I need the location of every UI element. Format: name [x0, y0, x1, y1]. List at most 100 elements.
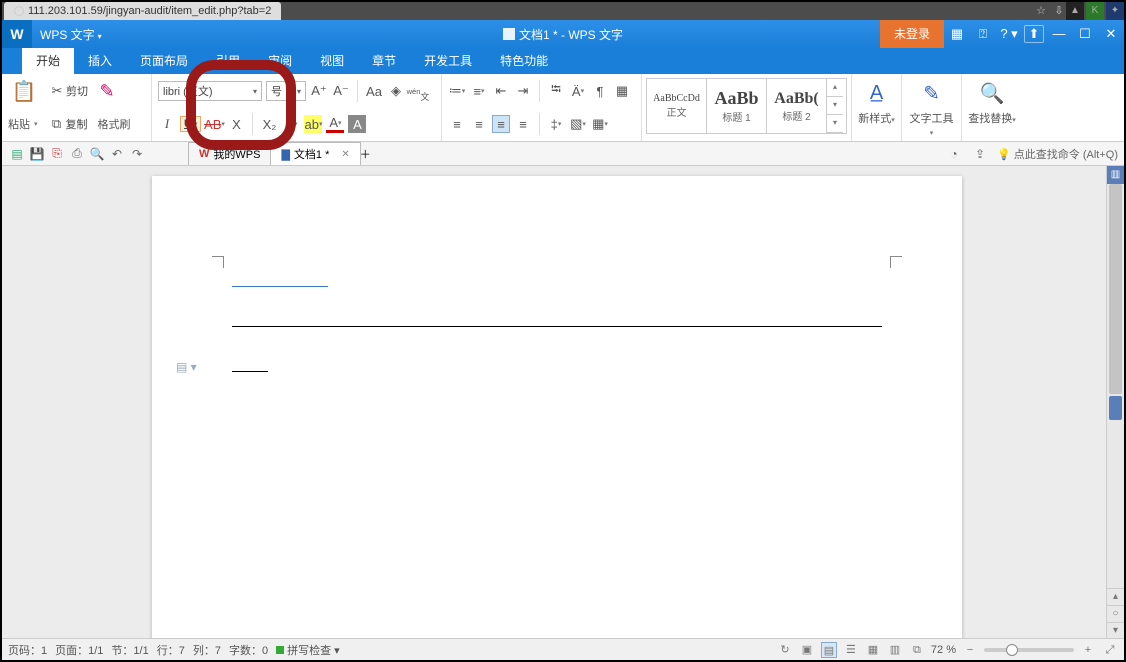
login-button[interactable]: 未登录 [880, 20, 944, 48]
numbering-button[interactable]: ≡▾ [470, 82, 488, 100]
status-section[interactable]: 节：1/1 [111, 642, 148, 658]
font-color-button[interactable]: A▾ [326, 115, 344, 133]
paste-options-icon[interactable]: ▤ ▾ [176, 360, 197, 374]
redo-icon[interactable]: ↷ [128, 145, 146, 163]
close-tab-icon[interactable]: ✕ [341, 149, 349, 160]
strikethrough-button[interactable]: AB▾ [205, 115, 223, 133]
status-spellcheck[interactable]: 拼写检查 ▾ [276, 642, 340, 658]
maximize-button[interactable]: ☐ [1072, 20, 1098, 48]
align-center-button[interactable]: ≡ [470, 115, 488, 133]
section-nav-icon[interactable]: ⧉ [909, 642, 925, 658]
vertical-scrollbar[interactable]: ▥ ▴ ○ ▾ [1106, 166, 1124, 638]
scroll-position[interactable] [1109, 396, 1122, 420]
fit-page-icon[interactable]: ⤢ [1102, 642, 1118, 658]
status-page-of[interactable]: 页面：1/1 [55, 642, 103, 658]
print-icon[interactable]: ⎙ [68, 145, 86, 163]
sort-button[interactable]: Ä▾ [569, 82, 587, 100]
align-left-button[interactable]: ≡ [448, 115, 466, 133]
shrink-font-button[interactable]: A⁻ [332, 82, 350, 100]
zoom-out-icon[interactable]: − [962, 642, 978, 658]
styles-gallery[interactable]: AaBbCcDd 正文 AaBb 标题 1 AaBb( 标题 2 ▴▾▾ [646, 78, 847, 134]
tips-button[interactable]: ⍰ [970, 20, 996, 48]
format-painter-button[interactable]: ✎ [98, 82, 116, 100]
copy-button[interactable]: ⧉复制 [48, 115, 88, 133]
find-replace-button[interactable]: 🔍 查找替换▾ [968, 77, 1016, 126]
font-name-combo[interactable]: libri (正文)▾ [158, 81, 262, 101]
tab-ref[interactable]: 引用 [202, 47, 254, 74]
tab-document1[interactable]: ▇ 文档1 * ✕ [270, 142, 360, 165]
decrease-indent-button[interactable]: ⇤ [492, 82, 510, 100]
style-heading1[interactable]: AaBb 标题 1 [707, 79, 767, 133]
scroll-up-icon[interactable]: ▴ [1107, 588, 1124, 605]
change-case-button[interactable]: Aa [365, 82, 383, 100]
scroll-thumb[interactable] [1109, 184, 1122, 394]
status-line[interactable]: 行：7 [157, 642, 185, 658]
paste-button[interactable]: 📋 [8, 75, 40, 107]
increase-indent-button[interactable]: ⇥ [514, 82, 532, 100]
nav-pane-icon[interactable]: ▥ [1107, 166, 1124, 184]
print-preview-icon[interactable]: 🔍 [88, 145, 106, 163]
wps-logo[interactable]: W [2, 20, 32, 48]
tab-layout[interactable]: 页面布局 [126, 47, 202, 74]
browser-icon[interactable]: ☆ [1034, 4, 1048, 18]
highlight-button[interactable]: ab▾ [304, 115, 322, 133]
shading-button[interactable]: ▧▾ [569, 115, 587, 133]
char-shading-button[interactable]: A [348, 115, 366, 133]
borders-button[interactable]: ▦▾ [591, 115, 609, 133]
tab-start[interactable]: 开始 [22, 47, 74, 74]
tab-insert[interactable]: 插入 [74, 47, 126, 74]
text-effect-button[interactable]: A▾ [282, 115, 300, 133]
tab-button[interactable]: ⭾ [547, 82, 565, 100]
cut-button[interactable]: ✂剪切 [48, 82, 88, 100]
outline-view-icon[interactable]: ☰ [843, 642, 859, 658]
line-spacing-button[interactable]: ‡▾ [547, 115, 565, 133]
browser-tab[interactable]: 111.203.101.59/jingyan-audit/item_edit.p… [4, 2, 281, 20]
zoom-in-icon[interactable]: + [1080, 642, 1096, 658]
grow-font-button[interactable]: A⁺ [310, 82, 328, 100]
tray-icon[interactable]: ✦ [1106, 2, 1124, 20]
close-button[interactable]: ✕ [1098, 20, 1124, 48]
scroll-down-icon[interactable]: ▾ [1107, 622, 1124, 639]
align-justify-button[interactable]: ≡ [514, 115, 532, 133]
new-file-icon[interactable]: ▤ [8, 145, 26, 163]
tab-dev[interactable]: 开发工具 [410, 47, 486, 74]
align-right-button[interactable]: ≡ [492, 115, 510, 133]
web-layout-icon[interactable]: ▦ [865, 642, 881, 658]
subscript-button[interactable]: X₂ [260, 115, 278, 133]
save-icon[interactable]: 💾 [28, 145, 46, 163]
tray-icon[interactable]: K [1086, 2, 1104, 20]
tray-icon[interactable]: ▲ [1066, 2, 1084, 20]
zoom-level[interactable]: 72 % [931, 644, 956, 656]
new-style-button[interactable]: A̲ 新样式▾ [858, 77, 895, 126]
style-heading2[interactable]: AaBb( 标题 2 [767, 79, 827, 133]
print-layout-icon[interactable]: ▤ [821, 642, 837, 658]
font-size-combo[interactable]: 号▾ [266, 81, 306, 101]
status-col[interactable]: 列：7 [193, 642, 221, 658]
tab-view[interactable]: 视图 [306, 47, 358, 74]
tab-mywps[interactable]: W 我的WPS [188, 142, 271, 165]
phonetic-button[interactable]: wén文 [409, 82, 427, 100]
style-body[interactable]: AaBbCcDd 正文 [647, 79, 707, 133]
new-tab-button[interactable]: ＋ [360, 146, 371, 162]
styles-scroll[interactable]: ▴▾▾ [827, 79, 843, 133]
reading-view-icon[interactable]: ▣ [799, 642, 815, 658]
italic-button[interactable]: I [158, 115, 176, 133]
status-chars[interactable]: 字数：0 [229, 642, 268, 658]
draft-view-icon[interactable]: ▥ [887, 642, 903, 658]
underline-button[interactable]: U ▾ [180, 116, 201, 132]
text-tools-button[interactable]: ✎ 文字工具▾ [908, 77, 955, 138]
border-button[interactable]: ▦ [613, 82, 631, 100]
superscript-button[interactable]: X [227, 115, 245, 133]
zoom-slider[interactable] [984, 648, 1074, 652]
show-marks-button[interactable]: ¶ [591, 82, 609, 100]
command-search[interactable]: 💡 点此查找命令 (Alt+Q) [997, 146, 1118, 162]
document-area[interactable]: ▤ ▾ [2, 166, 1106, 638]
tab-review[interactable]: 审阅 [254, 47, 306, 74]
upload-button[interactable]: ⬆ [1024, 25, 1044, 43]
tab-special[interactable]: 特色功能 [486, 47, 562, 74]
page[interactable]: ▤ ▾ [152, 176, 962, 638]
zoom-handle[interactable] [1006, 644, 1018, 656]
tab-chapter[interactable]: 章节 [358, 47, 410, 74]
undo-icon[interactable]: ↶ [108, 145, 126, 163]
browser-icon[interactable]: ⇩ [1052, 4, 1066, 18]
